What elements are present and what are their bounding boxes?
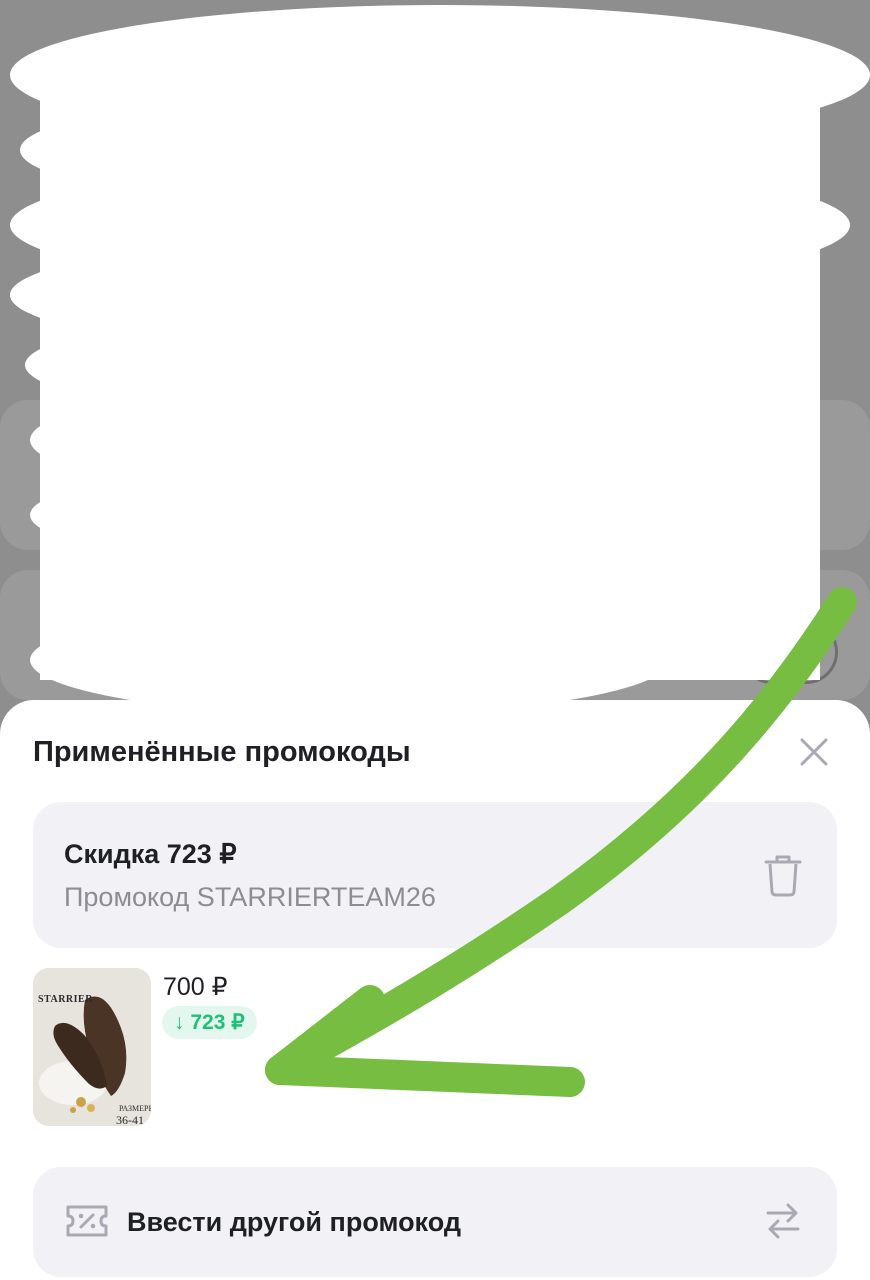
sheet-title: Применённые промокоды [33,736,411,768]
product-thumbnail[interactable]: STARRIER РАЗМЕРЫ 36-41 [33,968,151,1126]
promo-code-text: Промокод STARRIERTEAM26 [64,882,436,912]
discount-badge: ↓ 723 ₽ [162,1006,257,1039]
product-brand-text: STARRIER [38,994,93,1005]
product-sizes-label: РАЗМЕРЫ [119,1104,151,1113]
product-sizes-range: 36-41 [116,1113,144,1126]
enter-promo-label: Ввести другой промокод [127,1207,461,1237]
trash-icon[interactable] [762,852,804,898]
ticket-percent-icon [66,1205,108,1237]
swap-icon[interactable] [762,1199,804,1243]
applied-promo-card [33,802,837,948]
product-price: 700 ₽ [163,973,228,1001]
close-icon[interactable] [796,734,832,770]
product-photo [33,968,151,1126]
promo-discount-text: Скидка 723 ₽ [64,839,237,869]
